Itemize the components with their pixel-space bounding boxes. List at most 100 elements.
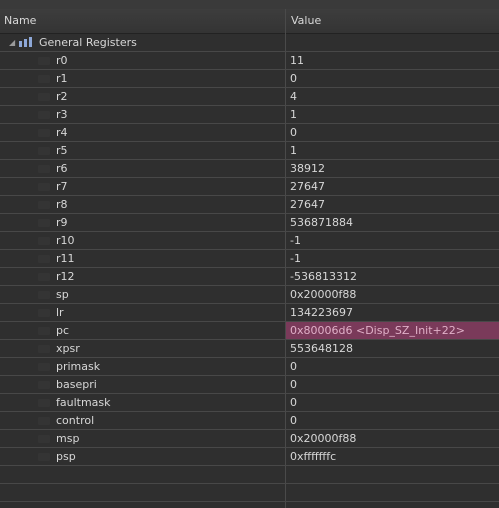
register-name: faultmask [56,396,111,409]
register-group-icon [19,37,32,47]
register-value[interactable]: 0 [286,70,499,87]
register-icon [38,453,50,461]
register-name: xpsr [56,342,80,355]
group-row-general-registers[interactable]: ◢ General Registers [0,34,499,52]
register-icon [38,255,50,263]
register-value[interactable]: 27647 [286,178,499,195]
register-name-cell: r9 [0,214,285,231]
register-value[interactable]: 4 [286,88,499,105]
register-value[interactable]: 0 [286,412,499,429]
register-value[interactable]: 0 [286,394,499,411]
register-name-cell: lr [0,304,285,321]
register-name-cell: r7 [0,178,285,195]
register-row-sp[interactable]: sp 0x20000f88 [0,286,499,304]
register-name-cell: control [0,412,285,429]
register-icon [38,381,50,389]
register-value[interactable]: 0xfffffffc [286,448,499,465]
register-name: r11 [56,252,75,265]
register-name-cell: r5 [0,142,285,159]
register-name-cell: faultmask [0,394,285,411]
register-name: primask [56,360,101,373]
register-icon [38,291,50,299]
register-value[interactable]: -1 [286,250,499,267]
empty-row [0,502,499,508]
register-icon [38,327,50,335]
register-name: r12 [56,270,75,283]
register-row-r7[interactable]: r7 27647 [0,178,499,196]
register-row-control[interactable]: control 0 [0,412,499,430]
register-row-r8[interactable]: r8 27647 [0,196,499,214]
register-name: basepri [56,378,97,391]
register-name: r4 [56,126,68,139]
register-name-cell: r1 [0,70,285,87]
register-row-xpsr[interactable]: xpsr 553648128 [0,340,499,358]
register-name-cell: r10 [0,232,285,249]
register-row-r12[interactable]: r12 -536813312 [0,268,499,286]
register-row-pc[interactable]: pc 0x80006d6 <Disp_SZ_Init+22> [0,322,499,340]
register-icon [38,399,50,407]
register-row-r3[interactable]: r3 1 [0,106,499,124]
register-value[interactable]: 0x20000f88 [286,430,499,447]
register-row-primask[interactable]: primask 0 [0,358,499,376]
column-header-name[interactable]: Name [0,9,286,33]
register-name-cell: psp [0,448,285,465]
register-row-basepri[interactable]: basepri 0 [0,376,499,394]
register-row-r1[interactable]: r1 0 [0,70,499,88]
register-row-r5[interactable]: r5 1 [0,142,499,160]
register-name: r1 [56,72,68,85]
register-row-psp[interactable]: psp 0xfffffffc [0,448,499,466]
register-name: r7 [56,180,68,193]
register-name: r6 [56,162,68,175]
register-row-faultmask[interactable]: faultmask 0 [0,394,499,412]
register-value[interactable]: 0 [286,358,499,375]
register-value[interactable]: 1 [286,142,499,159]
register-value[interactable]: 27647 [286,196,499,213]
register-name-cell: xpsr [0,340,285,357]
register-icon [38,129,50,137]
register-name: control [56,414,95,427]
register-name: sp [56,288,69,301]
register-row-lr[interactable]: lr 134223697 [0,304,499,322]
register-value[interactable]: 536871884 [286,214,499,231]
register-value[interactable]: -536813312 [286,268,499,285]
register-icon [38,165,50,173]
register-name: r8 [56,198,68,211]
register-value[interactable]: -1 [286,232,499,249]
group-name-cell: ◢ General Registers [0,34,285,51]
register-value[interactable]: 0 [286,124,499,141]
register-name: lr [56,306,64,319]
expand-arrow-icon[interactable]: ◢ [9,38,17,48]
register-value[interactable]: 0x80006d6 <Disp_SZ_Init+22> [286,322,499,339]
register-value[interactable]: 0x20000f88 [286,286,499,303]
register-row-r0[interactable]: r0 11 [0,52,499,70]
column-header-value[interactable]: Value [287,9,499,33]
register-row-r2[interactable]: r2 4 [0,88,499,106]
register-icon [38,93,50,101]
register-name-cell: r11 [0,250,285,267]
register-row-r4[interactable]: r4 0 [0,124,499,142]
register-value[interactable]: 11 [286,52,499,69]
register-value[interactable]: 553648128 [286,340,499,357]
register-icon [38,345,50,353]
group-value-cell [286,34,499,51]
register-row-r6[interactable]: r6 38912 [0,160,499,178]
register-name: r2 [56,90,68,103]
register-name: r9 [56,216,68,229]
register-row-r10[interactable]: r10 -1 [0,232,499,250]
register-icon [38,363,50,371]
register-row-msp[interactable]: msp 0x20000f88 [0,430,499,448]
register-value[interactable]: 1 [286,106,499,123]
register-value[interactable]: 38912 [286,160,499,177]
register-row-r11[interactable]: r11 -1 [0,250,499,268]
register-name-cell: pc [0,322,285,339]
register-icon [38,309,50,317]
register-name-cell: msp [0,430,285,447]
register-name-cell: basepri [0,376,285,393]
register-value[interactable]: 134223697 [286,304,499,321]
register-value[interactable]: 0 [286,376,499,393]
register-icon [38,111,50,119]
register-name: r5 [56,144,68,157]
register-icon [38,201,50,209]
register-icon [38,417,50,425]
register-row-r9[interactable]: r9 536871884 [0,214,499,232]
